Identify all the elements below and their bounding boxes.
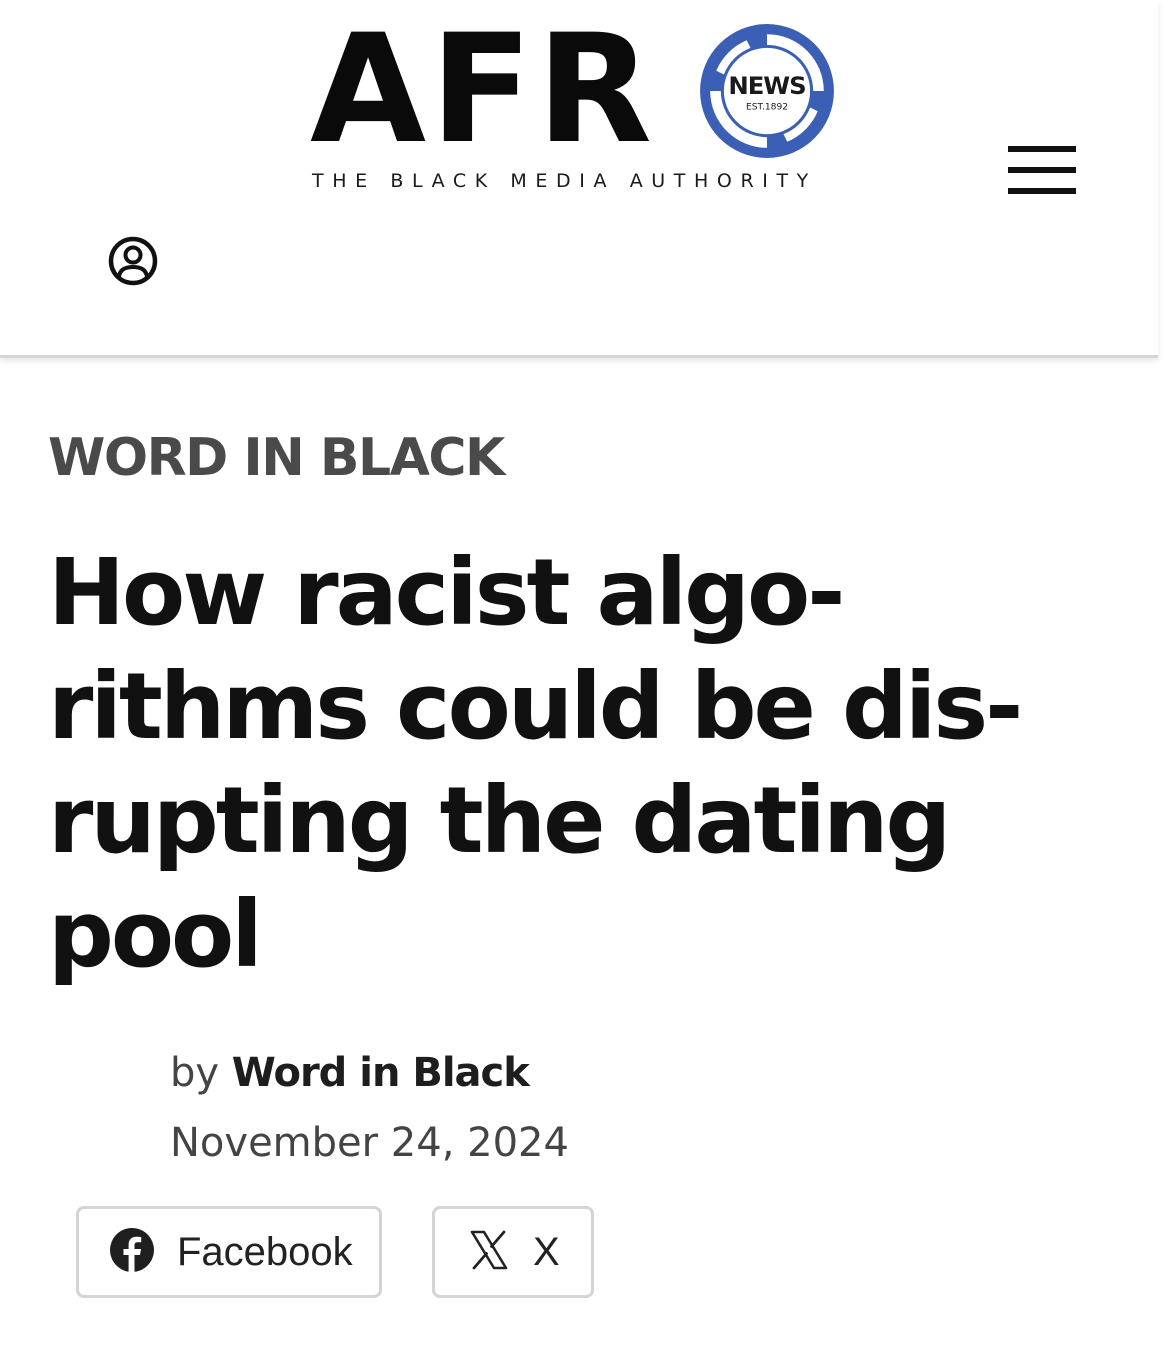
headline-line: How racist algo- (48, 539, 845, 646)
menu-bar (1008, 188, 1076, 194)
badge-news-text: NEWS (728, 71, 805, 100)
share-facebook-label: Facebook (177, 1229, 353, 1274)
badge-est-text: EST.1892 (746, 102, 788, 112)
logo-tagline: THE BLACK MEDIA AUTHORITY (312, 170, 817, 192)
menu-bar (1008, 167, 1076, 173)
user-account-icon[interactable] (106, 234, 160, 288)
facebook-icon (109, 1227, 155, 1278)
author-link[interactable]: Word in Black (232, 1050, 530, 1096)
share-x-button[interactable]: X (432, 1206, 594, 1298)
site-header: AFR NEWS EST.1892 THE BLACK MEDIA AUTHOR… (0, 0, 1158, 358)
logo-letters: AFR (310, 3, 657, 177)
byline: by Word in Black (170, 1050, 530, 1096)
x-logo-icon (469, 1230, 509, 1275)
news-badge-icon: NEWS EST.1892 (696, 20, 838, 162)
publish-date: November 24, 2024 (170, 1120, 569, 1166)
article-headline: How racist algo- rithms could be dis- ru… (48, 536, 1128, 992)
afro-logo[interactable]: AFR NEWS EST.1892 THE BLACK MEDIA AUTHOR… (310, 3, 840, 198)
headline-line: pool (48, 881, 263, 988)
byline-prefix: by (170, 1050, 220, 1096)
headline-line: rupting the dating (48, 767, 951, 874)
share-x-label: X (533, 1229, 560, 1274)
menu-bar (1008, 146, 1076, 152)
headline-line: rithms could be dis- (48, 653, 1023, 760)
share-facebook-button[interactable]: Facebook (76, 1206, 382, 1298)
category-link[interactable]: WORD IN BLACK (48, 428, 505, 488)
hamburger-menu-icon[interactable] (1002, 142, 1080, 198)
